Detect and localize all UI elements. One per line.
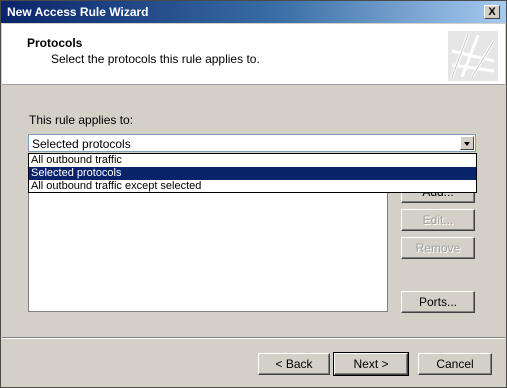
applies-to-dropdown-list[interactable]: All outbound traffic Selected protocols … <box>28 153 477 193</box>
footer-divider <box>2 337 505 339</box>
protocols-listbox[interactable] <box>28 188 388 312</box>
back-button[interactable]: < Back <box>258 353 330 375</box>
applies-to-combobox[interactable]: Selected protocols <box>28 134 476 152</box>
remove-button[interactable]: Remove <box>401 237 475 259</box>
wizard-window: New Access Rule Wizard X Protocols Selec… <box>0 0 507 388</box>
option-selected-protocols[interactable]: Selected protocols <box>29 167 476 180</box>
close-button[interactable]: X <box>484 5 500 19</box>
cancel-button[interactable]: Cancel <box>418 353 492 375</box>
applies-to-label: This rule applies to: <box>29 113 134 127</box>
wizard-header: Protocols Select the protocols this rule… <box>2 24 505 85</box>
chevron-down-icon[interactable] <box>460 136 474 150</box>
title-bar[interactable]: New Access Rule Wizard X <box>1 1 506 23</box>
next-button[interactable]: Next > <box>333 352 409 376</box>
page-title: Protocols <box>27 36 83 50</box>
option-all-outbound[interactable]: All outbound traffic <box>29 154 476 167</box>
applies-to-value: Selected protocols <box>32 137 131 151</box>
page-subtitle: Select the protocols this rule applies t… <box>51 52 260 66</box>
window-title: New Access Rule Wizard <box>7 5 149 19</box>
edit-button[interactable]: Edit... <box>401 209 475 231</box>
ports-button[interactable]: Ports... <box>401 291 475 313</box>
option-all-except-selected[interactable]: All outbound traffic except selected <box>29 180 476 193</box>
wizard-logo-icon <box>448 31 498 81</box>
